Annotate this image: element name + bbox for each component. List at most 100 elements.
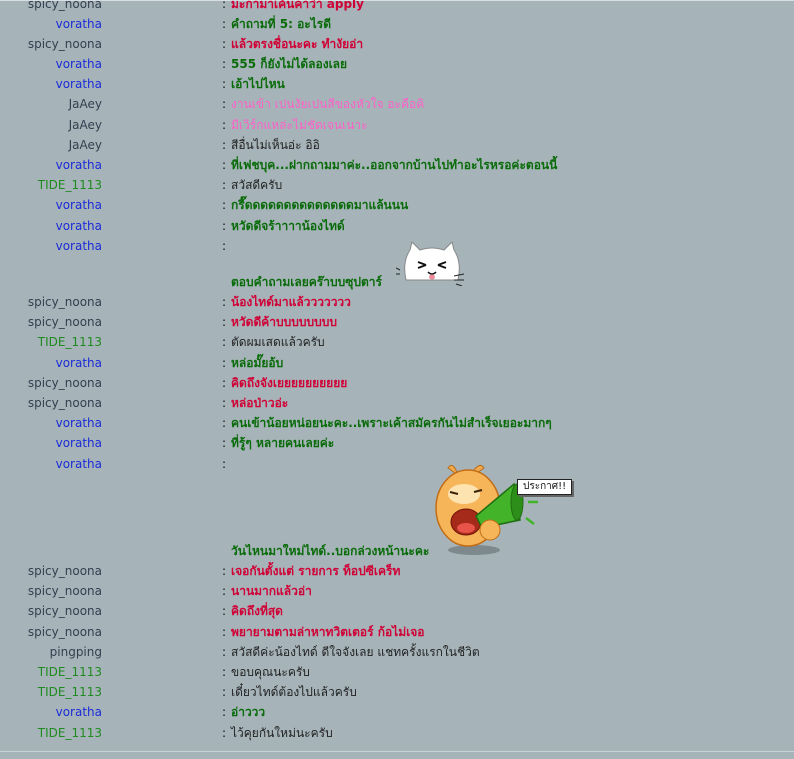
chat-nick[interactable]: spicy_noona [28,581,102,601]
cat-face-icon [395,240,468,287]
chat-message: คิดถึงที่สุด [231,604,283,618]
chat-row: spicy_noona: นานมากแล้วอ่า [0,581,794,601]
chat-timestamp [112,34,220,54]
chat-timestamp [112,175,220,195]
chat-nick[interactable]: voratha [56,14,102,34]
chat-separator: : [222,118,227,132]
chat-nick[interactable]: voratha [56,236,102,256]
chat-row: voratha: คนเข้าน้อยหน่อยนะคะ..เพราะเค้าสม… [0,413,794,433]
chat-nick[interactable]: voratha [56,702,102,722]
chat-row: TIDE_1113: สวัสดีครับ [0,175,794,195]
chat-timestamp [112,0,220,14]
chat-nick[interactable]: spicy_noona [28,312,102,332]
chat-separator: : [222,685,227,699]
chat-row: spicy_noona: แล้วตรงชื่อนะคะ ทำงัยอ่า [0,34,794,54]
chat-timestamp [112,195,220,215]
chat-row: TIDE_1113: ไว้คุยกันใหม่นะครับ [0,723,794,743]
chat-nick[interactable]: TIDE_1113 [38,682,102,702]
chat-timestamp [112,236,220,256]
chat-message: คำถามที่ 5: อะไรดี [231,17,332,31]
chat-timestamp [112,393,220,413]
chat-row: voratha: คำถามที่ 5: อะไรดี [0,14,794,34]
chat-timestamp [112,14,220,34]
chat-separator: : [222,315,227,329]
chat-nick[interactable]: spicy_noona [28,622,102,642]
chat-row: spicy_noona: คิดถึงที่สุด [0,601,794,621]
chat-nick[interactable]: voratha [56,433,102,453]
chat-row: spicy_noona: เจอกันตั้งแต่ รายการ ท็อปซีเ… [0,561,794,581]
chat-row: voratha: ที่รู้ๆ หลายคนเลยค่ะ [0,433,794,453]
chat-timestamp [112,74,220,94]
chat-nick[interactable]: spicy_noona [28,373,102,393]
chat-timestamp [112,94,220,114]
chat-nick[interactable]: voratha [56,195,102,215]
chat-nick[interactable]: voratha [56,216,102,236]
chat-row: JaAey: งานเข้า เปนงัยเปนสีของหัวใจ อะคือค… [0,94,794,114]
chat-row: JaAey: สีอื่นไม่เห็นอ่ะ อิอิ [0,135,794,155]
chat-separator: : [222,77,227,91]
chat-separator: : [222,726,227,740]
chat-nick[interactable]: spicy_noona [28,34,102,54]
chat-separator: : [222,604,227,618]
chat-message: มะกามาเค้นคาว่า apply [231,0,364,11]
chat-separator: : [222,705,227,719]
chat-nick[interactable]: TIDE_1113 [38,723,102,743]
chat-nick[interactable]: voratha [56,413,102,433]
chat-nick[interactable]: TIDE_1113 [38,662,102,682]
chat-log: spicy_noona: มะกามาเค้นคาว่า apply vorath… [0,0,794,759]
chat-separator: : [222,0,227,11]
chat-message: แล้วตรงชื่อนะคะ ทำงัยอ่า [231,37,364,51]
chat-row: voratha: ที่เฟชบุค...ฝากถามมาค่ะ..ออกจากบ… [0,155,794,175]
chat-separator: : [222,138,227,152]
chat-nick[interactable]: spicy_noona [28,393,102,413]
chat-nick[interactable]: voratha [56,54,102,74]
chat-row: TIDE_1113: ขอบคุณนะครับ [0,662,794,682]
chat-timestamp [112,115,220,135]
chat-timestamp [112,216,220,236]
chat-separator: : [222,335,227,349]
chat-row: voratha: หล่อมั๊ยอ้บ [0,353,794,373]
chat-timestamp [112,642,220,662]
chat-nick[interactable]: JaAey [69,135,102,155]
chat-message: หล่อมั๊ยอ้บ [231,356,284,370]
chat-separator: : [222,239,227,253]
chat-nick[interactable]: spicy_noona [28,0,102,14]
chat-timestamp [112,723,220,743]
chat-separator: : [222,564,227,578]
bottom-divider [0,751,794,752]
followup-message: วันไหนมาใหม่ไทด์..บอกล่วงหน้านะคะ [231,544,430,558]
chat-nick[interactable]: TIDE_1113 [38,332,102,352]
chat-nick[interactable]: pingping [50,642,102,662]
chat-separator: : [222,457,227,471]
chat-message: กรี๊ดดดดดดดดดดดดดดมาแล้นนน [231,198,409,212]
chat-nick[interactable]: voratha [56,454,102,474]
chat-separator: : [222,57,227,71]
chat-separator: : [222,17,227,31]
chat-nick[interactable]: JaAey [69,94,102,114]
chat-separator: : [222,97,227,111]
chat-nick[interactable]: voratha [56,353,102,373]
chat-nick[interactable]: TIDE_1113 [38,175,102,195]
chat-message: คิดถึงจังเยยยยยยยยยย [231,376,348,390]
chat-message: คนเข้าน้อยหน่อยนะคะ..เพราะเค้าสมัครกันไม… [231,416,552,430]
chat-timestamp [112,332,220,352]
chat-nick[interactable]: spicy_noona [28,561,102,581]
chat-nick[interactable]: voratha [56,155,102,175]
chat-message: สวัสดีค่ะน้องไทด์ ดีใจจังเลย แชทครั้งแรก… [231,645,480,659]
chat-timestamp [112,373,220,393]
chat-nick[interactable]: spicy_noona [28,601,102,621]
chat-message: หวัดดีจร้าาาาน้องไทด์ [231,219,345,233]
chat-message: สวัสดีครับ [231,178,283,192]
chat-timestamp [112,454,220,474]
chat-row: voratha: อ่าววว [0,702,794,722]
chat-message: สีอื่นไม่เห็นอ่ะ อิอิ [231,138,320,152]
chat-nick[interactable]: JaAey [69,115,102,135]
chat-nick[interactable]: voratha [56,74,102,94]
chat-nick[interactable]: spicy_noona [28,292,102,312]
megaphone-icon [434,462,544,556]
chat-message: ตัดผมเสดแล้วครับ [231,335,325,349]
chat-row: TIDE_1113: ตัดผมเสดแล้วครับ [0,332,794,352]
chat-message: ที่เฟชบุค...ฝากถามมาค่ะ..ออกจากบ้านไปทำอ… [231,158,558,172]
chat-row: spicy_noona: คิดถึงจังเยยยยยยยยยย [0,373,794,393]
chat-timestamp [112,581,220,601]
